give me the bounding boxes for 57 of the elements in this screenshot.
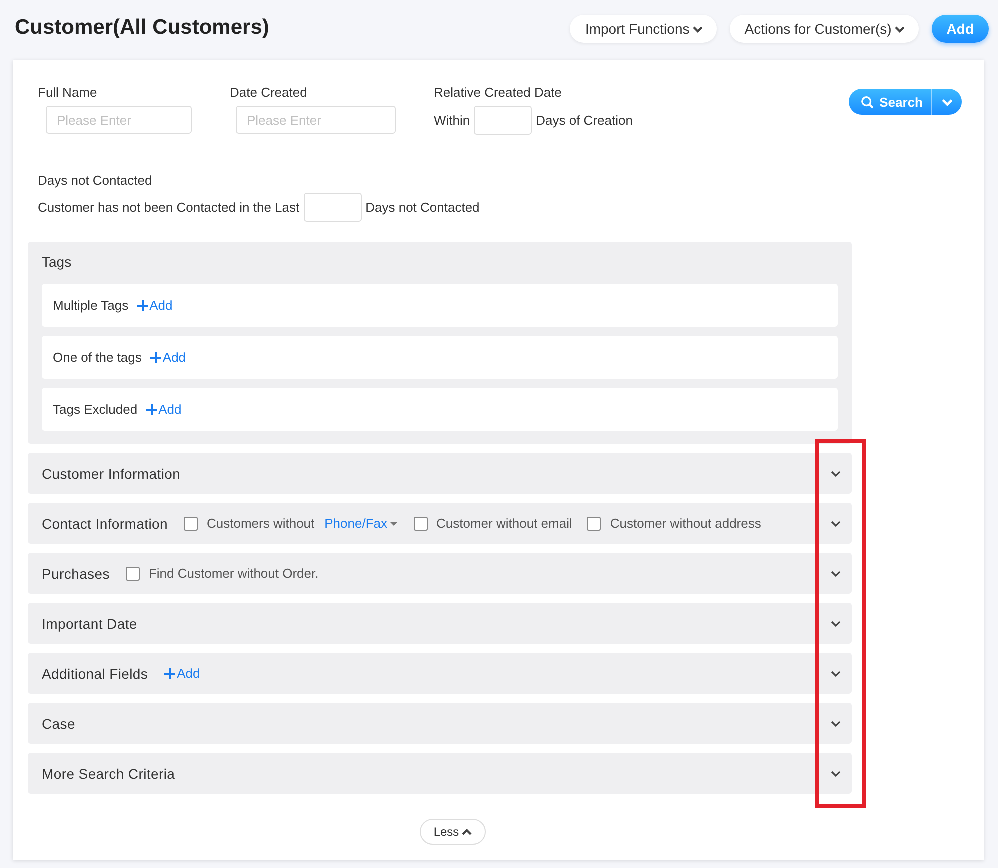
checkbox[interactable]: [414, 516, 428, 530]
text-field[interactable]: Please Enter: [236, 106, 396, 134]
section-header[interactable]: More Search Criteria: [28, 753, 852, 794]
chevron-up-icon: [462, 828, 472, 836]
section-title: More Search Criteria: [42, 766, 176, 782]
add-link[interactable]: Add: [164, 666, 200, 681]
section-header[interactable]: Contact Information Customers without Phone/Fax Customer without email Customer without address: [28, 503, 852, 544]
number-field[interactable]: [304, 193, 362, 222]
section-title: Contact Information: [42, 516, 168, 532]
plus-icon: [150, 352, 162, 364]
add-link[interactable]: Add: [150, 350, 186, 365]
menu-button[interactable]: Import Functions: [570, 15, 717, 43]
section-title: Additional Fields: [42, 666, 148, 682]
section-header[interactable]: Case: [28, 703, 852, 744]
checkbox-label: Customer without email: [436, 516, 572, 531]
add-link[interactable]: Add: [146, 402, 182, 417]
row-label: Tags Excluded: [53, 402, 138, 417]
menu-button[interactable]: Actions for Customer(s): [730, 15, 919, 43]
chevron-down-icon: [692, 26, 703, 32]
field-label: Days not Contacted: [38, 173, 154, 188]
section-title: Case: [42, 716, 76, 732]
row-label: One of the tags: [53, 350, 142, 365]
field-label: Date Created: [230, 85, 308, 100]
caret-icon: [390, 522, 398, 526]
plus-icon: [146, 404, 158, 416]
field-text: Days not Contacted: [366, 200, 480, 215]
checkbox[interactable]: [126, 566, 140, 580]
checkbox-label: Customer without address: [610, 516, 762, 531]
page-title: Customer(All Customers): [15, 16, 270, 40]
section-header[interactable]: Purchases Find Customer without Order.: [28, 553, 852, 594]
checkbox-label: Find Customer without Order.: [148, 566, 319, 581]
section-header[interactable]: Customer Information: [28, 453, 852, 494]
search-icon: [860, 96, 874, 108]
field-text: Days of Creation: [536, 113, 633, 128]
row-label: Multiple Tags: [53, 298, 129, 313]
section-header[interactable]: Additional Fields Add: [28, 653, 852, 694]
dropdown-link[interactable]: Phone/Fax: [324, 516, 398, 531]
chevron-down-icon: [894, 26, 905, 32]
section-title: Important Date: [42, 616, 138, 632]
number-field[interactable]: [474, 106, 532, 135]
field-text: Within: [434, 113, 470, 128]
section-header[interactable]: Important Date: [28, 603, 852, 644]
checkbox[interactable]: [184, 516, 198, 530]
chevron-down-icon: [942, 98, 952, 106]
checkbox[interactable]: [587, 516, 602, 530]
section-title: Tags: [42, 254, 73, 270]
checkbox-label: Customers without: [206, 516, 315, 531]
field-label: Full Name: [38, 85, 98, 100]
section-title: Customer Information: [42, 466, 181, 482]
plus-icon: [164, 668, 176, 680]
add-link[interactable]: Add: [136, 298, 173, 313]
text-field[interactable]: Please Enter: [46, 106, 192, 134]
field-label: Relative Created Date: [434, 85, 563, 100]
toggle-button[interactable]: Less: [420, 819, 486, 845]
section-title: Purchases: [42, 566, 110, 582]
plus-icon: [136, 300, 149, 312]
field-text: Customer has not been Contacted in the Last: [38, 200, 300, 215]
